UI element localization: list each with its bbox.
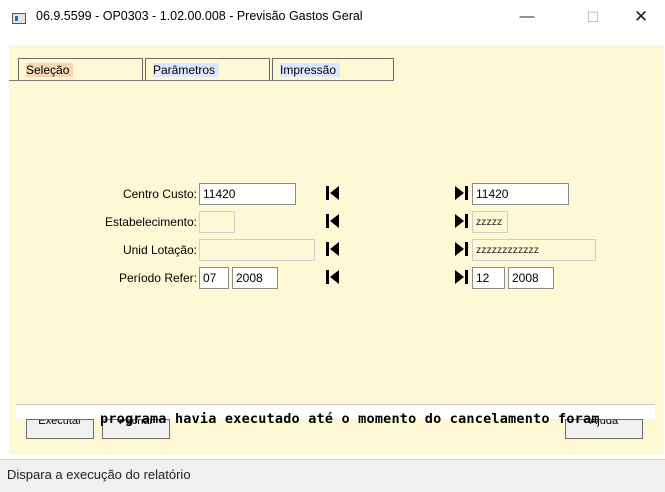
first-value-icon[interactable]: [325, 269, 341, 285]
periodo-to-month-input[interactable]: 12: [472, 267, 505, 289]
minimize-button[interactable]: —: [512, 8, 542, 26]
last-value-icon[interactable]: [454, 213, 470, 229]
first-value-icon[interactable]: [325, 213, 341, 229]
estabelecimento-label: Estabelecimento:: [104, 215, 197, 229]
tab-selecao[interactable]: Seleção: [18, 58, 143, 81]
window-title: 06.9.5599 - OP0303 - 1.02.00.008 - Previ…: [36, 9, 363, 23]
periodo-from-year-input[interactable]: 2008: [232, 267, 278, 289]
unid-lotacao-to-input: zzzzzzzzzzzz: [472, 239, 596, 261]
status-text: Dispara a execução do relatório: [7, 467, 191, 482]
first-value-icon[interactable]: [325, 241, 341, 257]
periodo-to-year-input[interactable]: 2008: [508, 267, 554, 289]
app-icon[interactable]: [12, 13, 26, 24]
unid-lotacao-from-input: [199, 239, 315, 261]
tab-impressao[interactable]: Impressão: [272, 58, 394, 81]
tab-divider: [9, 80, 393, 81]
centro-custo-to-input[interactable]: 11420: [472, 183, 569, 205]
tab-selecao-label: Seleção: [26, 63, 74, 77]
estabelecimento-from-input: [199, 211, 235, 233]
last-value-icon[interactable]: [454, 241, 470, 257]
centro-custo-from-input[interactable]: 11420: [199, 183, 296, 205]
tab-parametros-label: Parâmetros: [153, 63, 220, 77]
centro-custo-label: Centro Custo:: [122, 187, 197, 201]
close-button[interactable]: ✕: [626, 8, 656, 26]
periodo-refer-label: Período Refer:: [118, 271, 197, 285]
tab-parametros[interactable]: Parâmetros: [145, 58, 270, 81]
estabelecimento-to-input: zzzzz: [472, 211, 508, 233]
last-value-icon[interactable]: [454, 185, 470, 201]
unid-lotacao-label: Unid Lotação:: [122, 243, 197, 257]
first-value-icon[interactable]: [325, 185, 341, 201]
maximize-button[interactable]: ☐: [578, 8, 608, 26]
periodo-from-month-input[interactable]: 07: [199, 267, 229, 289]
overlay-message: programa havia executado até o momento d…: [100, 411, 600, 427]
executar-button[interactable]: Executar: [26, 419, 94, 439]
tab-impressao-label: Impressão: [280, 63, 341, 77]
last-value-icon[interactable]: [454, 269, 470, 285]
